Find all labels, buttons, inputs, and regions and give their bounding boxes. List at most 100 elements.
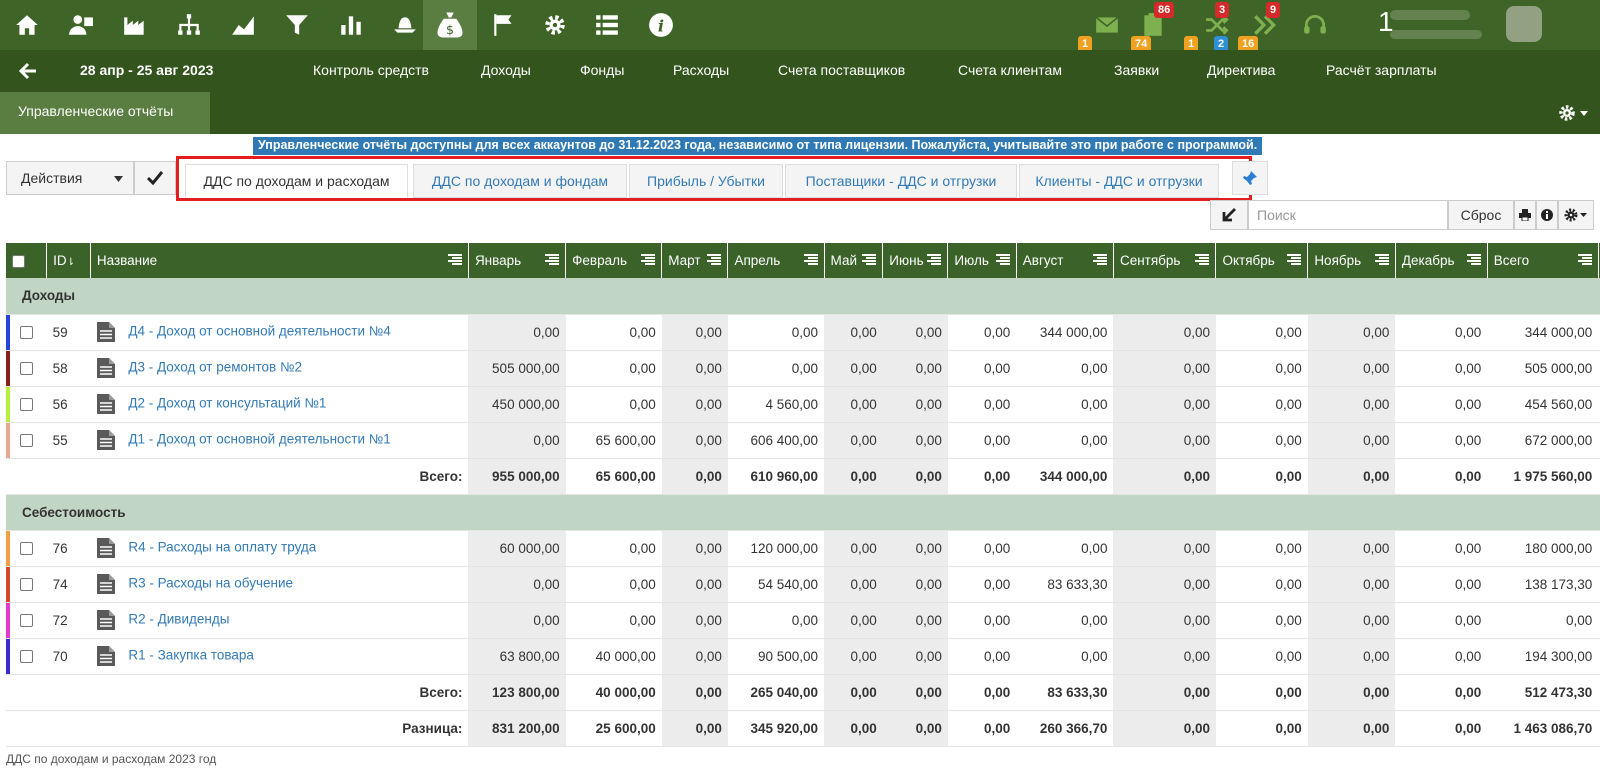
table-row[interactable]: 59 Д4 - Доход от основной деятельности №4… — [6, 314, 1600, 351]
flags-icon[interactable] — [477, 0, 531, 50]
select-all-header[interactable] — [6, 243, 48, 278]
tab-management-reports[interactable]: Управленческие отчёты — [0, 92, 210, 134]
row-checkbox[interactable] — [20, 326, 33, 340]
document-icon[interactable] — [96, 573, 116, 595]
row-checkbox[interactable] — [20, 650, 33, 664]
nav-item-requests[interactable]: Заявки — [1114, 62, 1159, 78]
gear-icon[interactable] — [528, 0, 582, 50]
column-menu-icon[interactable] — [995, 254, 1010, 266]
bar-chart-icon[interactable] — [324, 0, 378, 50]
table-row[interactable]: 58 Д3 - Доход от ремонтов №2 505 000,00 0,0… — [6, 350, 1600, 387]
user-card-icon[interactable] — [54, 0, 108, 50]
info-button[interactable] — [1536, 200, 1558, 230]
table-row[interactable]: 72 R2 - Дивиденды 0,00 0,00 0,00 0,00 0,00 0,00… — [6, 602, 1600, 639]
tab-dds-income-funds[interactable]: ДДС по доходам и фондам — [413, 164, 627, 198]
home-icon[interactable] — [0, 0, 54, 50]
area-chart-icon[interactable] — [216, 0, 270, 50]
filter-icon[interactable] — [270, 0, 324, 50]
row-checkbox-cell[interactable] — [6, 638, 47, 675]
month-header[interactable]: Ноябрь — [1307, 243, 1396, 278]
month-header[interactable]: Октябрь — [1215, 243, 1309, 278]
list-icon[interactable] — [580, 0, 634, 50]
document-icon[interactable] — [96, 609, 116, 631]
print-button[interactable] — [1514, 200, 1536, 230]
select-all-checkbox[interactable] — [12, 254, 25, 268]
row-checkbox-cell[interactable] — [6, 350, 47, 387]
nav-item-client-invoices[interactable]: Счета клиентам — [958, 62, 1062, 78]
table-row[interactable]: 56 Д2 - Доход от консультаций №1 450 000,0… — [6, 386, 1600, 423]
sort-icon[interactable]: ⇂ — [67, 257, 75, 268]
table-row[interactable]: 55 Д1 - Доход от основной деятельности №1… — [6, 422, 1600, 459]
column-menu-icon[interactable] — [1092, 254, 1107, 266]
column-menu-icon[interactable] — [1287, 254, 1302, 266]
tab-dds-income-expenses[interactable]: ДДС по доходам и расходам — [185, 164, 408, 198]
row-checkbox[interactable] — [20, 362, 33, 376]
pin-button[interactable] — [1232, 161, 1268, 195]
actions-dropdown[interactable]: Действия — [6, 161, 134, 195]
column-menu-icon[interactable] — [641, 254, 656, 266]
tab-suppliers-dds[interactable]: Поставщики - ДДС и отгрузки — [785, 164, 1017, 198]
category-link[interactable]: Д1 - Доход от основной деятельности №1 — [128, 432, 390, 447]
row-checkbox[interactable] — [20, 578, 33, 592]
category-link[interactable]: R2 - Дивиденды — [128, 612, 229, 627]
table-row[interactable]: 74 R3 - Расходы на обучение 0,00 0,00 0,00 54… — [6, 566, 1600, 603]
column-menu-icon[interactable] — [862, 254, 877, 266]
column-menu-icon[interactable] — [1577, 254, 1592, 266]
category-link[interactable]: Д4 - Доход от основной деятельности №4 — [128, 324, 390, 339]
month-header[interactable]: Апрель — [727, 243, 825, 278]
document-icon[interactable] — [96, 393, 116, 415]
avatar[interactable] — [1506, 6, 1542, 42]
column-menu-icon[interactable] — [1374, 254, 1389, 266]
row-checkbox-cell[interactable] — [6, 386, 47, 423]
column-menu-icon[interactable] — [1195, 254, 1210, 266]
month-header[interactable]: Сентябрь — [1113, 243, 1217, 278]
category-link[interactable]: R1 - Закупка товара — [128, 648, 254, 663]
month-header[interactable]: Март — [661, 243, 729, 278]
row-checkbox-cell[interactable] — [6, 566, 47, 603]
nav-item-payroll[interactable]: Расчёт зарплаты — [1326, 62, 1437, 78]
column-menu-icon[interactable] — [447, 254, 462, 266]
month-header[interactable]: Декабрь — [1395, 243, 1488, 278]
document-icon[interactable] — [96, 429, 116, 451]
row-checkbox-cell[interactable] — [6, 422, 47, 459]
row-checkbox[interactable] — [20, 434, 33, 448]
search-input[interactable]: Поиск — [1248, 200, 1448, 230]
tab-clients-dds[interactable]: Клиенты - ДДС и отгрузки — [1019, 164, 1219, 198]
nav-item-supplier-invoices[interactable]: Счета поставщиков — [778, 62, 905, 78]
row-checkbox-cell[interactable] — [6, 530, 47, 567]
nav-item-directive[interactable]: Директива — [1207, 62, 1275, 78]
nav-item-funds[interactable]: Фонды — [580, 62, 624, 78]
row-checkbox[interactable] — [20, 398, 33, 412]
confirm-button[interactable] — [134, 161, 176, 195]
month-header[interactable]: Август — [1016, 243, 1114, 278]
headset-icon[interactable] — [1288, 0, 1342, 50]
date-range[interactable]: 28 апр - 25 авг 2023 — [80, 62, 213, 78]
category-link[interactable]: R3 - Расходы на обучение — [128, 576, 293, 591]
org-chart-icon[interactable] — [162, 0, 216, 50]
document-icon[interactable] — [96, 321, 116, 343]
category-link[interactable]: Д2 - Доход от консультаций №1 — [128, 396, 326, 411]
money-bag-icon[interactable]: $ — [423, 0, 477, 50]
table-settings-button[interactable] — [1558, 200, 1594, 230]
nav-item-expenses[interactable]: Расходы — [673, 62, 729, 78]
month-header[interactable]: Июль — [947, 243, 1017, 278]
month-header[interactable]: Июнь — [882, 243, 949, 278]
back-arrow-icon[interactable] — [16, 59, 40, 83]
document-icon[interactable] — [96, 645, 116, 667]
factory-icon[interactable] — [108, 0, 162, 50]
row-checkbox-cell[interactable] — [6, 314, 47, 351]
total-header[interactable]: Всего — [1487, 243, 1599, 278]
reset-button[interactable]: Сброс — [1448, 200, 1514, 230]
category-link[interactable]: R4 - Расходы на оплату труда — [128, 540, 316, 555]
document-icon[interactable] — [96, 357, 116, 379]
row-checkbox[interactable] — [20, 542, 33, 556]
column-menu-icon[interactable] — [707, 254, 722, 266]
month-header[interactable]: Февраль — [565, 243, 663, 278]
collapse-button[interactable] — [1210, 200, 1248, 230]
tab-profit-loss[interactable]: Прибыль / Убытки — [629, 164, 783, 198]
info-icon[interactable]: i — [634, 0, 688, 50]
column-menu-icon[interactable] — [927, 254, 942, 266]
row-checkbox-cell[interactable] — [6, 602, 47, 639]
document-icon[interactable] — [96, 537, 116, 559]
row-checkbox[interactable] — [20, 614, 33, 628]
